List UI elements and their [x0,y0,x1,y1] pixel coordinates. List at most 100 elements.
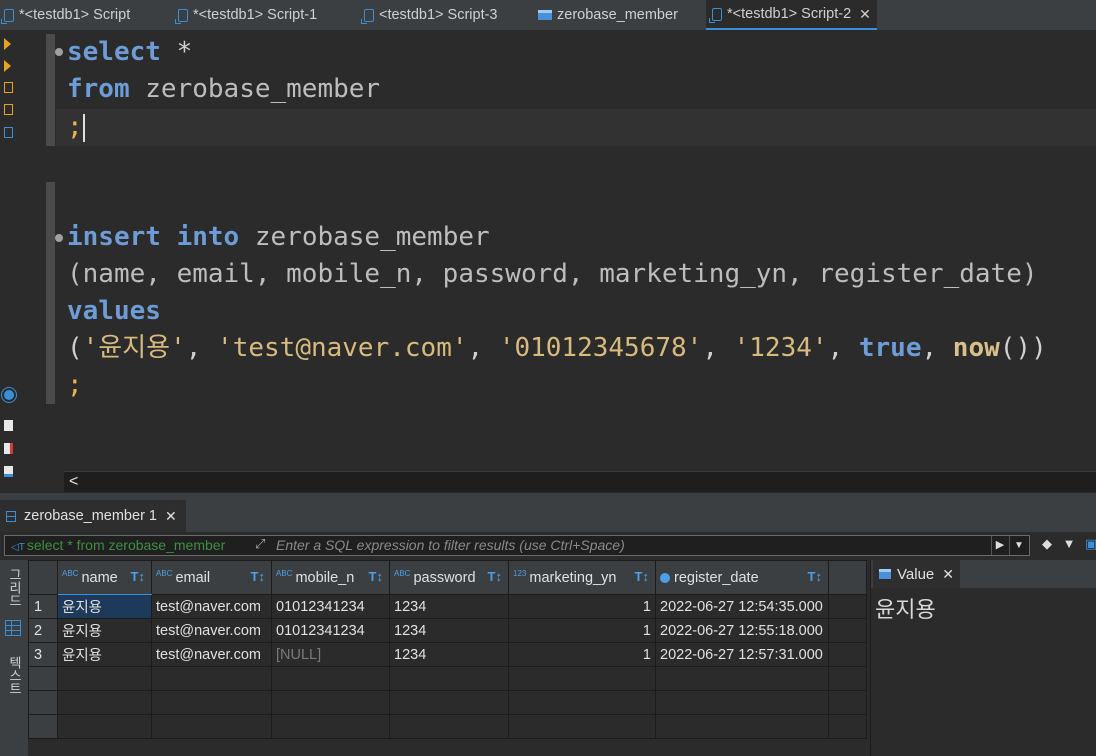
scroll-left-arrow-icon[interactable]: < [69,472,78,492]
close-icon[interactable]: ✕ [942,566,954,583]
cell-marketing-yn[interactable]: 1 [508,594,656,619]
cell-mobile-n[interactable]: 01012341234 [271,618,390,643]
results-tab[interactable]: zerobase_member 1 ✕ [0,500,186,532]
sort-filter-icon[interactable]: T↕ [369,569,383,584]
cell-password[interactable]: 1234 [389,642,509,667]
sql-keyword: insert [67,222,161,252]
row-number[interactable]: 2 [28,618,58,643]
close-icon[interactable]: ✕ [165,508,177,525]
panel-icon[interactable]: ▣ [1084,537,1096,551]
empty-row [28,714,867,739]
table-icon [538,10,552,20]
expand-editor-icon[interactable]: ⤢ [255,536,265,552]
results-tab-label: zerobase_member 1 [24,508,157,524]
value-content[interactable]: 윤지용 [875,592,936,624]
empty-cell [508,666,656,691]
tab-script-1[interactable]: *<testdb1> Script-1 [175,0,317,30]
tab-script[interactable]: *<testdb1> Script [1,0,130,30]
table-row[interactable]: 2 윤지용 test@naver.com 01012341234 1234 1 … [28,618,867,643]
column-header-marketing-yn[interactable]: 123 marketing_yn T↕ [508,560,656,595]
cell-mobile-n[interactable]: 01012341234 [271,594,390,619]
empty-cell [655,666,829,691]
code-line: ; [67,367,83,404]
sql-punct: ( [67,333,83,363]
row-number[interactable]: 3 [28,642,58,667]
grid-view-tab[interactable]: 그리드 [4,568,24,607]
sort-filter-icon[interactable]: T↕ [808,569,822,584]
result-table: ABC name T↕ ABC email T↕ ABC mobile_n T↕ ABC pa… [28,560,867,739]
sql-text: * [160,37,193,67]
explain-plan-icon[interactable] [4,127,13,138]
cell-mobile-n[interactable]: [NULL] [271,642,390,667]
column-header-password[interactable]: ABC password T↕ [389,560,509,595]
cell-register-date[interactable]: 2022-06-27 12:55:18.000 [655,618,829,643]
cell-email[interactable]: test@naver.com [151,642,272,667]
apply-filter-icon[interactable]: ▶ [991,536,1008,555]
cell-password[interactable]: 1234 [389,618,509,643]
tab-script-3[interactable]: <testdb1> Script-3 [361,0,498,30]
filter-history-icon[interactable]: ▼ [1009,536,1028,555]
tab-script-2[interactable]: *<testdb1> Script-2 ✕ [706,0,877,30]
fold-marker-icon[interactable] [55,234,63,242]
value-tab[interactable]: Value ✕ [873,560,960,588]
cell-name[interactable]: 윤지용 [57,642,152,667]
cell-name[interactable]: 윤지용 [57,618,152,643]
sql-keyword: into [176,222,240,252]
column-label: name [81,569,118,586]
column-header-mobile-n[interactable]: ABC mobile_n T↕ [271,560,390,595]
column-header-name[interactable]: ABC name T↕ [57,560,152,595]
tab-zerobase-member[interactable]: zerobase_member [538,0,678,30]
splitter-grip-icon[interactable] [612,493,648,506]
code-line: select * [67,34,192,71]
grid-view-icon[interactable] [5,620,21,636]
cell-marketing-yn[interactable]: 1 [508,642,656,667]
save-script-icon[interactable] [4,443,13,454]
filter-icon[interactable]: ▼ [1062,537,1076,551]
cell-register-date[interactable]: 2022-06-27 12:54:35.000 [655,594,829,619]
column-header-email[interactable]: ABC email T↕ [151,560,272,595]
execute-statement-icon[interactable] [4,38,11,50]
close-icon[interactable]: ✕ [859,6,871,23]
cell-name[interactable]: 윤지용 [57,594,152,619]
editor-horizontal-scrollbar[interactable]: < [64,471,1096,492]
cell-email[interactable]: test@naver.com [151,594,272,619]
settings-gear-icon[interactable] [4,390,14,400]
column-header-register-date[interactable]: register_date T↕ [655,560,829,595]
sort-filter-icon[interactable]: T↕ [635,569,649,584]
fold-marker-icon[interactable] [55,48,63,56]
filter-input[interactable]: ◁T select * from zerobase_member ⤢ Enter … [4,535,1030,556]
empty-row [28,666,867,691]
cell-register-date[interactable]: 2022-06-27 12:57:31.000 [655,642,829,667]
eraser-icon[interactable]: ◆ [1040,537,1054,551]
result-grid[interactable]: ABC name T↕ ABC email T↕ ABC mobile_n T↕ ABC pa… [28,560,868,756]
result-view-switcher: 그리드 텍스트 [0,560,28,756]
sql-punct: , [185,333,218,363]
cell-email[interactable]: test@naver.com [151,618,272,643]
sql-editor[interactable]: select * from zerobase_member ; insert i… [46,30,1096,470]
execute-script-icon[interactable] [4,82,13,93]
table-row[interactable]: 3 윤지용 test@naver.com [NULL] 1234 1 2022-… [28,642,867,667]
sql-punct: ()) [999,333,1047,363]
sort-filter-icon[interactable]: T↕ [131,569,145,584]
row-filler [828,618,867,643]
sort-filter-icon[interactable]: T↕ [488,569,502,584]
cell-marketing-yn[interactable]: 1 [508,618,656,643]
sql-punct: , [921,333,953,363]
text-caret [82,113,85,142]
sql-keyword: values [67,296,161,326]
cell-password[interactable]: 1234 [389,594,509,619]
load-script-icon[interactable] [4,420,13,431]
sql-semicolon: ; [67,112,83,142]
row-number[interactable]: 1 [28,594,58,619]
table-row[interactable]: 1 윤지용 test@naver.com 01012341234 1234 1 … [28,594,867,619]
text-view-tab[interactable]: 텍스트 [4,656,24,695]
execute-script-new-tab-icon[interactable] [4,104,13,115]
column-label: register_date [674,569,759,586]
script-icon [361,8,374,24]
empty-cell [151,714,272,739]
sort-filter-icon[interactable]: T↕ [251,569,265,584]
execute-statement-new-tab-icon[interactable] [4,60,11,72]
value-panel: Value ✕ 윤지용 [870,560,1096,756]
value-tab-label: Value [897,565,935,583]
export-script-icon[interactable] [4,466,13,477]
